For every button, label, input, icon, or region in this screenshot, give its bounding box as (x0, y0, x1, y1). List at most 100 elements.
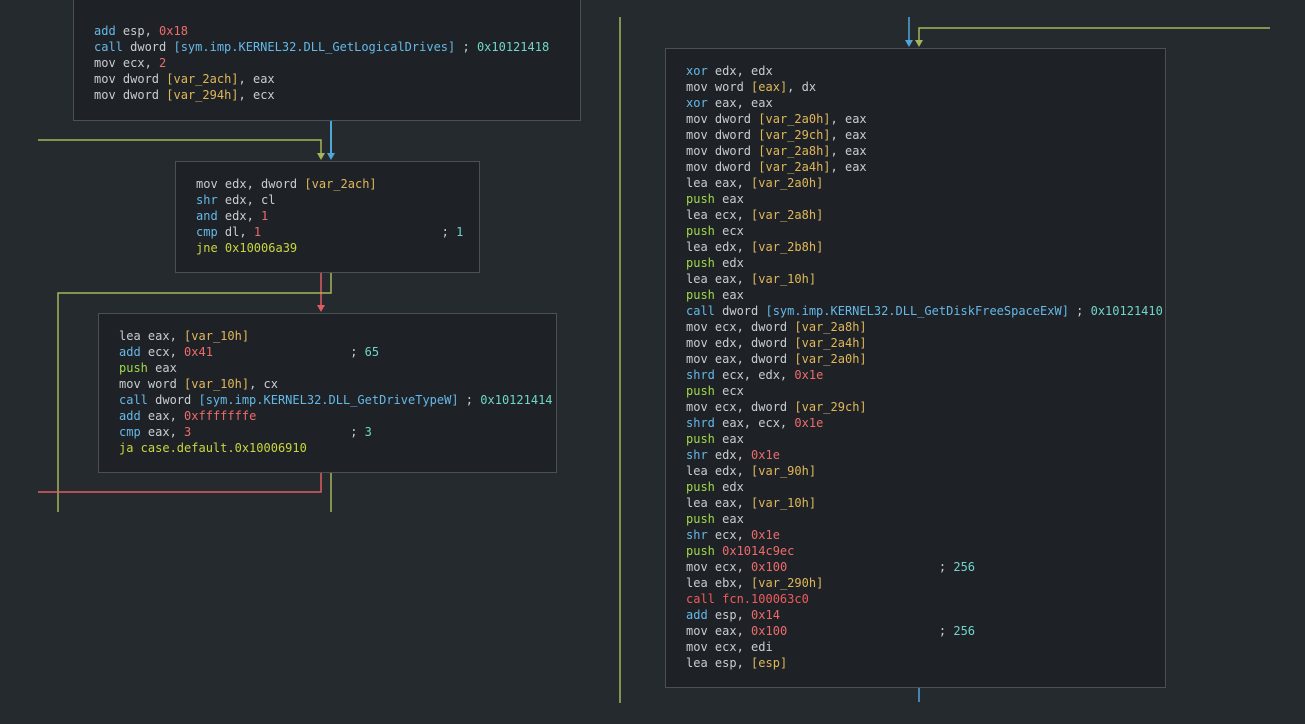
operand-op: eax, (707, 496, 752, 510)
instruction-line[interactable]: mov ecx, edi (686, 639, 773, 655)
instruction-line[interactable]: shr ecx, 0x1e (686, 527, 780, 543)
mnemonic: push (686, 288, 715, 302)
instruction-line[interactable]: push eax (686, 191, 744, 207)
instruction-line[interactable]: cmp eax, 3 ; 3 (119, 424, 372, 440)
instruction-line[interactable]: jne 0x10006a39 (196, 240, 297, 256)
operand-op: ecx, (115, 56, 160, 70)
instruction-line[interactable]: call dword [sym.imp.KERNEL32.DLL_GetDriv… (119, 392, 553, 408)
mnemonic: mov (686, 560, 708, 574)
mnemonic: lea (686, 656, 708, 670)
edge-into-b4-green (918, 27, 1270, 40)
instruction-line[interactable]: call fcn.100063c0 (686, 591, 809, 607)
instruction-line[interactable]: lea edx, [var_90h] (686, 463, 816, 479)
instruction-line[interactable]: mov dword [var_294h], ecx (94, 87, 275, 103)
instruction-line[interactable]: shr edx, cl (196, 192, 275, 208)
instruction-line[interactable]: lea eax, [var_2a0h] (686, 175, 823, 191)
mnemonic: mov (196, 177, 218, 191)
operand-op: dl, (217, 225, 254, 239)
instruction-line[interactable]: lea ebx, [var_290h] (686, 575, 823, 591)
operand-op: ecx, (707, 208, 752, 222)
code-block-bit-test[interactable]: mov edx, dword [var_2ach] shr edx, cl and … (175, 161, 480, 273)
instruction-line[interactable]: shrd eax, ecx, 0x1e (686, 415, 823, 431)
instruction-line[interactable]: add ecx, 0x41 ; 65 (119, 344, 379, 360)
instruction-line[interactable]: mov dword [var_2ach], eax (94, 71, 275, 87)
operand-op: esp, (115, 24, 160, 38)
instruction-line[interactable]: push eax (686, 511, 744, 527)
edge-into-b4-blue-arrow (905, 40, 913, 47)
instruction-line[interactable]: mov ecx, 0x100 ; 256 (686, 559, 975, 575)
instruction-line[interactable]: push eax (686, 431, 744, 447)
instruction-line[interactable]: call dword [sym.imp.KERNEL32.DLL_GetLogi… (94, 39, 549, 55)
operand-op: ; (458, 393, 481, 407)
mnemonic: mov (686, 128, 708, 142)
instruction-line[interactable]: push ecx (686, 383, 744, 399)
instruction-line[interactable]: xor edx, edx (686, 63, 773, 79)
operand-op: ; (787, 560, 954, 574)
instruction-line[interactable]: lea edx, [var_2b8h] (686, 239, 823, 255)
instruction-line[interactable]: add esp, 0x18 (94, 23, 188, 39)
instruction-line[interactable]: shrd ecx, edx, 0x1e (686, 367, 823, 383)
instruction-line[interactable]: mov eax, 0x100 ; 256 (686, 623, 975, 639)
instruction-line[interactable]: xor eax, eax (686, 95, 773, 111)
instruction-line[interactable]: mov dword [var_2a8h], eax (686, 143, 867, 159)
instruction-line[interactable]: mov dword [var_2a4h], eax (686, 159, 867, 175)
operand-op: , eax (830, 112, 867, 126)
instruction-line[interactable]: mov edx, dword [var_2a4h] (686, 335, 867, 351)
operand-op: ecx, dword (707, 400, 795, 414)
instruction-line[interactable]: lea ecx, [var_2a8h] (686, 207, 823, 223)
instruction-line[interactable]: push eax (686, 287, 744, 303)
operand-var: [var_2ach] (166, 72, 239, 86)
instruction-line[interactable]: push edx (686, 255, 744, 271)
operand-num: 0x1014c9ec (714, 544, 795, 558)
operand-num: 0x18 (159, 24, 188, 38)
instruction-line[interactable]: ja case.default.0x10006910 (119, 440, 307, 456)
operand-num: 0x1e (794, 416, 824, 430)
operand-var: [var_294h] (166, 88, 239, 102)
instruction-line[interactable]: mov ecx, 2 (94, 55, 166, 71)
operand-num: 0xfffffffe (184, 409, 257, 423)
code-block-getdrivetype[interactable]: lea eax, [var_10h] add ecx, 0x41 ; 65 push… (98, 313, 557, 473)
instruction-line[interactable]: push edx (686, 479, 744, 495)
instruction-line[interactable]: lea eax, [var_10h] (686, 495, 816, 511)
operand-var: [var_2a4h] (794, 336, 867, 350)
instruction-line[interactable]: mov word [eax], dx (686, 79, 816, 95)
operand-op: eax (714, 512, 744, 526)
mnemonic: lea (686, 208, 708, 222)
mnemonic: call (119, 393, 148, 407)
mnemonic: push (686, 256, 715, 270)
operand-var: [var_2a4h] (758, 160, 831, 174)
code-block-getlogicaldrives[interactable]: add esp, 0x18 call dword [sym.imp.KERNEL3… (73, 0, 581, 121)
instruction-line[interactable]: push ecx (686, 223, 744, 239)
instruction-line[interactable]: lea eax, [var_10h] (686, 271, 816, 287)
instruction-line[interactable]: add eax, 0xfffffffe (119, 408, 256, 424)
instruction-line[interactable]: mov word [var_10h], cx (119, 376, 278, 392)
operand-op: ecx, edi (707, 640, 773, 654)
instruction-line[interactable]: push 0x1014c9ec (686, 543, 794, 559)
mnemonic: jne (196, 241, 218, 255)
instruction-line[interactable]: mov eax, dword [var_2a0h] (686, 351, 867, 367)
mnemonic: call (686, 304, 715, 318)
instruction-line[interactable]: cmp dl, 1 ; 1 (196, 224, 463, 240)
instruction-line[interactable]: mov dword [var_2a0h], eax (686, 111, 867, 127)
instruction-line[interactable]: call dword [sym.imp.KERNEL32.DLL_GetDisk… (686, 303, 1163, 319)
operand-num: 0x41 (184, 345, 213, 359)
operand-op: dword (714, 304, 766, 318)
instruction-line[interactable]: and edx, 1 (196, 208, 268, 224)
operand-jmp: case.default.0x10006910 (133, 441, 307, 455)
instruction-line[interactable]: mov ecx, dword [var_29ch] (686, 399, 867, 415)
instruction-line[interactable]: lea esp, [esp] (686, 655, 787, 671)
instruction-line[interactable]: shr edx, 0x1e (686, 447, 780, 463)
operand-op: eax, eax (707, 96, 773, 110)
operand-op: , eax (830, 144, 867, 158)
instruction-line[interactable]: push eax (119, 360, 177, 376)
instruction-line[interactable]: lea eax, [var_10h] (119, 328, 249, 344)
instruction-line[interactable]: mov edx, dword [var_2ach] (196, 176, 377, 192)
code-block-getdiskfreespace[interactable]: xor edx, edx mov word [eax], dx xor eax, e… (665, 48, 1166, 688)
operand-op: , eax (830, 160, 867, 174)
instruction-line[interactable]: mov ecx, dword [var_2a8h] (686, 319, 867, 335)
instruction-line[interactable]: add esp, 0x14 (686, 607, 780, 623)
operand-op: , eax (238, 72, 275, 86)
operand-var: [var_90h] (751, 464, 817, 478)
operand-comnum: 256 (953, 560, 976, 574)
instruction-line[interactable]: mov dword [var_29ch], eax (686, 127, 867, 143)
